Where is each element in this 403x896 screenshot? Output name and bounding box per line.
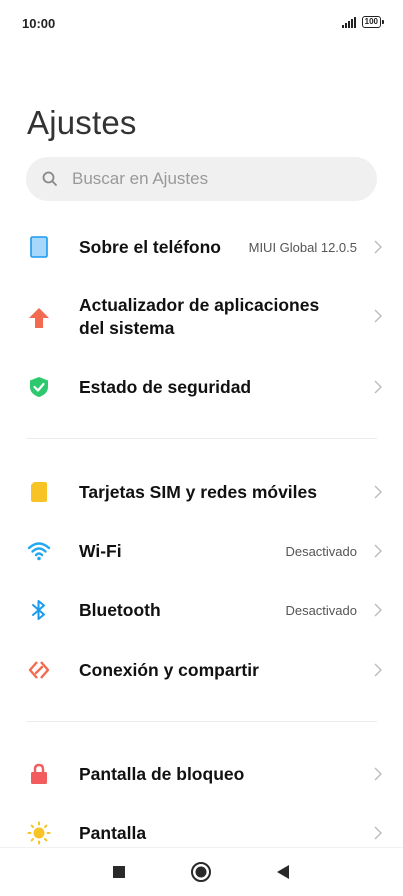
signal-icon (341, 16, 356, 28)
settings-item-label: Pantalla de bloqueo (79, 764, 245, 784)
settings-item-sim-cards[interactable]: Tarjetas SIM y redes móviles (0, 469, 403, 515)
settings-item-label: Tarjetas SIM y redes móviles (79, 482, 317, 502)
search-bar[interactable] (26, 157, 377, 201)
status-icons: 100 (341, 16, 385, 28)
chevron-right-icon (374, 309, 382, 323)
settings-item-label: Estado de seguridad (79, 377, 252, 397)
settings-item-label: Actualizador de aplicaciones del sistema (79, 295, 320, 338)
chevron-right-icon (374, 826, 382, 840)
settings-item-bluetooth[interactable]: Bluetooth Desactivado (0, 587, 403, 633)
chevron-right-icon (374, 663, 382, 677)
divider (26, 721, 377, 722)
triangle-back-icon (277, 865, 289, 879)
chevron-right-icon (374, 767, 382, 781)
recents-button[interactable] (107, 860, 131, 884)
connection-share-icon (28, 661, 50, 679)
navigation-bar (0, 847, 403, 896)
settings-item-value: Desactivado (285, 603, 357, 618)
divider (26, 438, 377, 439)
settings-item-security-status[interactable]: Estado de seguridad (0, 364, 403, 410)
sun-icon (27, 821, 51, 845)
status-time: 10:00 (22, 16, 56, 31)
chevron-right-icon (374, 544, 382, 558)
lock-icon (31, 763, 47, 784)
phone-icon (30, 236, 48, 258)
settings-item-value: MIUI Global 12.0.5 (248, 240, 357, 255)
settings-item-label: Pantalla (79, 823, 147, 843)
page-title: Ajustes (27, 104, 137, 141)
battery-icon: 100 (361, 16, 385, 28)
chevron-right-icon (374, 603, 382, 617)
circle-icon (191, 862, 211, 882)
settings-item-label: Conexión y compartir (79, 660, 259, 680)
wifi-icon (27, 542, 51, 561)
bluetooth-icon (32, 600, 45, 620)
settings-item-value: Desactivado (285, 544, 357, 559)
settings-item-system-app-updater[interactable]: Actualizador de aplicaciones del sistema (0, 292, 403, 344)
shield-check-icon (30, 377, 48, 397)
home-button[interactable] (189, 860, 213, 884)
settings-item-lock-screen[interactable]: Pantalla de bloqueo (0, 751, 403, 797)
sim-card-icon (31, 482, 47, 502)
chevron-right-icon (374, 380, 382, 394)
back-button[interactable] (271, 860, 295, 884)
settings-item-wifi[interactable]: Wi-Fi Desactivado (0, 528, 403, 574)
settings-item-label: Bluetooth (79, 600, 161, 620)
search-input[interactable] (72, 157, 362, 201)
status-bar: 10:00 100 (0, 0, 403, 48)
settings-item-connection-sharing[interactable]: Conexión y compartir (0, 647, 403, 693)
square-icon (113, 866, 125, 878)
chevron-right-icon (374, 240, 382, 254)
settings-item-label: Wi-Fi (79, 541, 122, 561)
battery-level: 100 (364, 17, 378, 26)
search-icon (42, 171, 57, 186)
settings-item-label: Sobre el teléfono (79, 237, 221, 257)
chevron-right-icon (374, 485, 382, 499)
settings-item-about-phone[interactable]: Sobre el teléfono MIUI Global 12.0.5 (0, 224, 403, 270)
arrow-up-icon (29, 308, 49, 328)
